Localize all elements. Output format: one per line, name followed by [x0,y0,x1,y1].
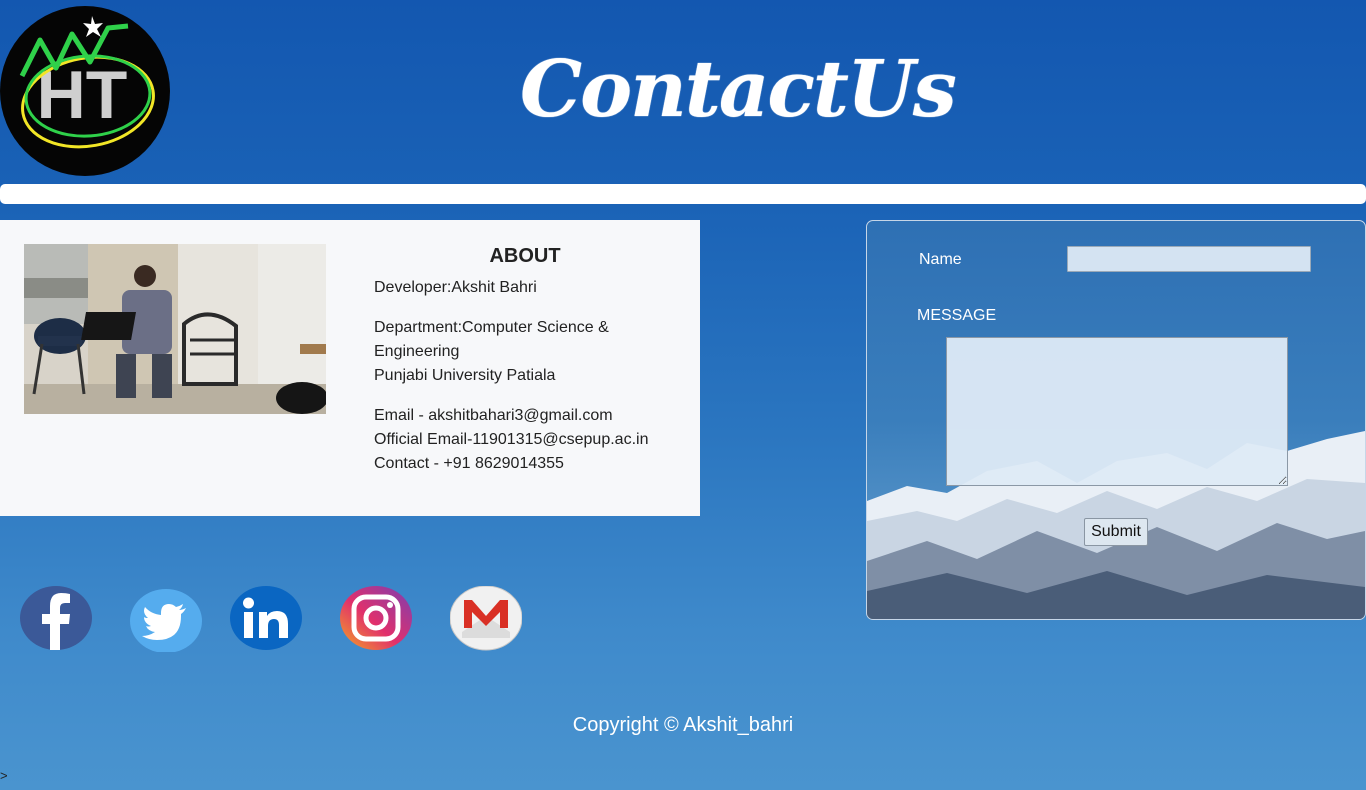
message-textarea[interactable] [946,337,1288,486]
copyright-text: Copyright © Akshit_bahri [572,714,794,736]
facebook-icon[interactable] [20,586,92,652]
linkedin-icon[interactable] [230,586,302,652]
name-input[interactable] [1067,246,1311,272]
about-panel: ABOUT Developer:Akshit Bahri Department:… [0,220,700,516]
developer-name: Developer:Akshit Bahri [374,279,537,296]
email: Email - akshitbahari3@gmail.com [374,407,613,424]
site-logo: HT [0,6,170,176]
university: Punjabi University Patiala [374,367,556,384]
department: Department:Computer Science & Engineerin… [374,319,609,360]
instagram-icon[interactable] [340,586,412,652]
message-label: MESSAGE [917,307,997,324]
stray-text: > [0,768,8,783]
gmail-icon[interactable] [449,585,523,652]
developer-photo [24,244,326,414]
contact-form: Name MESSAGE Submit [866,220,1366,620]
submit-button[interactable]: Submit [1084,518,1148,546]
name-label: Name [919,251,962,268]
about-heading: ABOUT [489,245,561,267]
official-email: Official Email-11901315@csepup.ac.in [374,431,649,448]
about-details: ABOUT Developer:Akshit Bahri Department:… [374,244,674,492]
contact-number: Contact - +91 8629014355 [374,455,564,472]
header-divider [0,184,1366,204]
twitter-icon[interactable] [130,586,202,653]
page-title: ContactUs [520,44,957,135]
